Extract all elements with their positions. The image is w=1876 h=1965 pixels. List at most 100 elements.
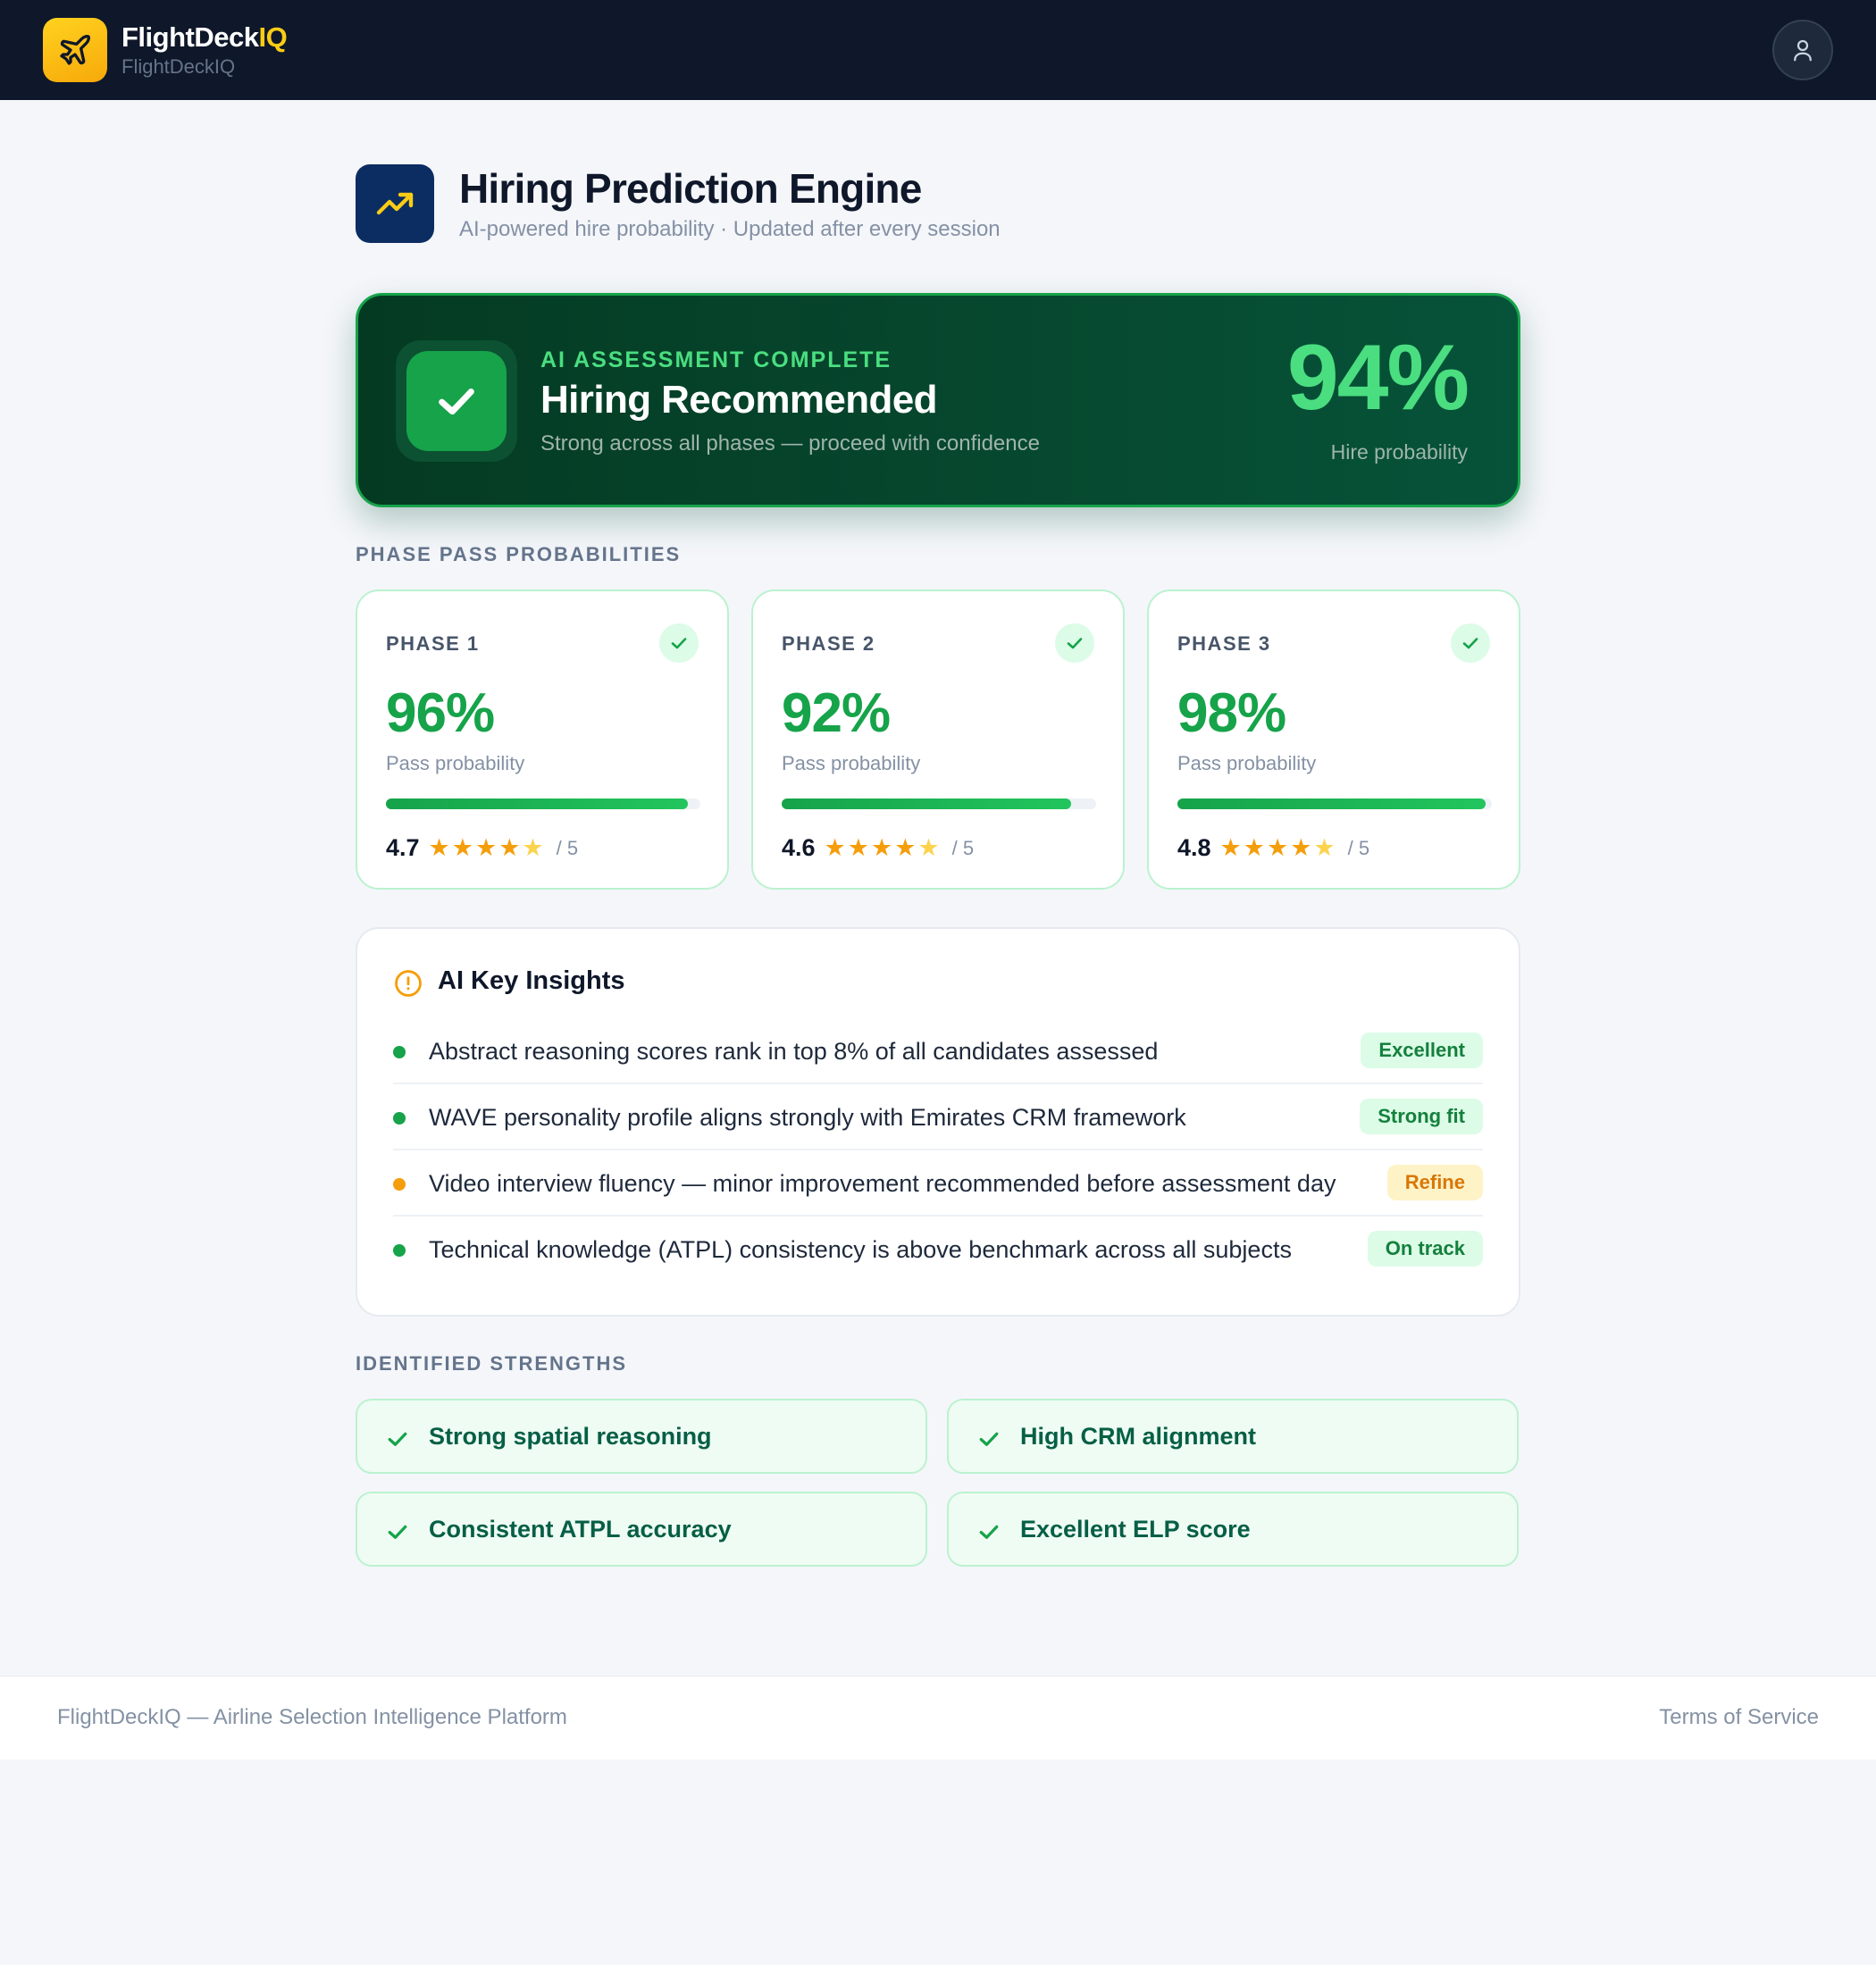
brand-name-accent: IQ — [258, 21, 288, 53]
insight-badge: On track — [1367, 1231, 1483, 1267]
insight-text: Video interview fluency — minor improvem… — [429, 1170, 1336, 1197]
rating-value: 4.8 — [1177, 834, 1211, 861]
strength-label: Strong spatial reasoning — [429, 1423, 712, 1450]
rating-max: / 5 — [951, 836, 975, 859]
phase-pass-probability: 92% — [782, 682, 891, 744]
hero-eyebrow: AI ASSESSMENT COMPLETE — [540, 347, 892, 372]
strength-pill[interactable]: Excellent ELP score — [947, 1492, 1519, 1567]
phase-section-label: PHASE PASS PROBABILITIES — [356, 543, 682, 565]
star-icon: ★ — [1266, 834, 1289, 861]
phase-label: PHASE 3 — [1177, 632, 1271, 655]
page-subtitle: AI-powered hire probability · Updated af… — [459, 217, 1001, 241]
strength-pill[interactable]: Consistent ATPL accuracy — [356, 1492, 927, 1567]
insight-row[interactable]: WAVE personality profile aligns strongly… — [393, 1084, 1483, 1150]
status-dot — [393, 1244, 406, 1257]
strength-label: Excellent ELP score — [1020, 1516, 1251, 1543]
phase-value-label: Pass probability — [1177, 752, 1317, 774]
star-icon: ★ — [917, 834, 940, 861]
top-bar: FlightDeckIQ FlightDeckIQ — [0, 0, 1876, 100]
phase-card-3[interactable]: PHASE 3 98% Pass probability 4.8 ★ ★ ★ ★ ★ /… — [1147, 590, 1520, 890]
star-icon: ★ — [824, 834, 846, 861]
hire-probability-value: 94% — [1286, 326, 1470, 430]
phase-progress-fill — [1177, 799, 1486, 809]
phase-progress-bar — [386, 799, 700, 809]
phase-pass-probability: 98% — [1177, 682, 1286, 744]
user-avatar-button[interactable] — [1772, 20, 1833, 80]
terms-of-service-link[interactable]: Terms of Service — [1659, 1705, 1819, 1730]
hero-title: Hiring Recommended — [540, 378, 938, 422]
star-icon: ★ — [1243, 834, 1265, 861]
insight-text: WAVE personality profile aligns strongly… — [429, 1104, 1186, 1131]
rating-value: 4.7 — [386, 834, 420, 861]
strength-label: Consistent ATPL accuracy — [429, 1516, 732, 1543]
insight-row[interactable]: Technical knowledge (ATPL) consistency i… — [393, 1217, 1483, 1283]
alert-circle-icon — [395, 970, 422, 997]
star-icon: ★ — [1219, 834, 1242, 861]
insight-badge: Strong fit — [1360, 1099, 1483, 1134]
phase-progress-fill — [782, 799, 1071, 809]
star-icon: ★ — [428, 834, 450, 861]
phase-rating: 4.8 ★ ★ ★ ★ ★ / 5 — [1177, 834, 1369, 862]
phase-label: PHASE 1 — [386, 632, 480, 655]
star-icon: ★ — [522, 834, 544, 861]
phase-status — [659, 623, 699, 663]
strength-label: High CRM alignment — [1020, 1423, 1256, 1450]
phase-progress-bar — [782, 799, 1096, 809]
page-icon — [356, 164, 434, 243]
footer-text: FlightDeckIQ — Airline Selection Intelli… — [57, 1705, 567, 1729]
star-icon: ★ — [474, 834, 498, 861]
status-dot — [393, 1178, 406, 1191]
rating-value: 4.6 — [782, 834, 816, 861]
brand-name[interactable]: FlightDeckIQ — [121, 21, 288, 54]
phase-card-2[interactable]: PHASE 2 92% Pass probability 4.6 ★ ★ ★ ★ ★ /… — [751, 590, 1125, 890]
phase-pass-probability: 96% — [386, 682, 495, 744]
phase-card-1[interactable]: PHASE 1 96% Pass probability 4.7 ★ ★ ★ ★ ★ /… — [356, 590, 729, 890]
hero-badge-inner — [406, 351, 507, 451]
brand-subtitle: FlightDeckIQ — [121, 55, 236, 78]
insight-badge: Refine — [1386, 1165, 1483, 1200]
check-icon — [1462, 638, 1478, 649]
star-icon: ★ — [451, 834, 473, 861]
insight-badge: Excellent — [1361, 1033, 1483, 1068]
strength-pill[interactable]: Strong spatial reasoning — [356, 1399, 927, 1474]
hero-badge — [396, 340, 517, 462]
brand-name-main: FlightDeck — [121, 21, 259, 53]
phase-progress-bar — [1177, 799, 1492, 809]
insight-row[interactable]: Abstract reasoning scores rank in top 8%… — [393, 1018, 1483, 1084]
brand-logo[interactable] — [43, 18, 107, 82]
status-dot — [393, 1046, 406, 1058]
check-icon — [979, 1432, 999, 1446]
plane-icon — [60, 35, 90, 65]
page-title: Hiring Prediction Engine — [459, 165, 922, 212]
phase-label: PHASE 2 — [782, 632, 875, 655]
star-icon: ★ — [1290, 834, 1312, 861]
check-icon — [671, 638, 687, 649]
star-icon: ★ — [1313, 834, 1336, 861]
star-icon: ★ — [894, 834, 917, 861]
star-icon: ★ — [498, 834, 521, 861]
phase-value-label: Pass probability — [782, 752, 921, 774]
ai-key-insights-card: AI Key Insights Abstract reasoning score… — [356, 927, 1520, 1317]
insight-text: Technical knowledge (ATPL) consistency i… — [429, 1236, 1292, 1263]
star-icon: ★ — [847, 834, 869, 861]
status-dot — [393, 1112, 406, 1125]
hiring-recommendation-card: AI ASSESSMENT COMPLETE Hiring Recommende… — [356, 293, 1520, 507]
check-icon — [979, 1525, 999, 1539]
insight-row[interactable]: Video interview fluency — minor improvem… — [393, 1150, 1483, 1217]
strength-pill[interactable]: High CRM alignment — [947, 1399, 1519, 1474]
phase-status — [1451, 623, 1490, 663]
insight-text: Abstract reasoning scores rank in top 8%… — [429, 1038, 1159, 1065]
footer: FlightDeckIQ — Airline Selection Intelli… — [0, 1676, 1876, 1760]
hero-description: Strong across all phases — proceed with … — [540, 431, 1040, 456]
star-rating: ★ ★ ★ ★ ★ — [1220, 836, 1337, 860]
hire-probability-label: Hire probability — [1330, 440, 1468, 464]
phase-rating: 4.7 ★ ★ ★ ★ ★ / 5 — [386, 834, 578, 862]
trending-up-icon — [376, 192, 414, 215]
strengths-section-label: IDENTIFIED STRENGTHS — [356, 1352, 628, 1375]
check-icon — [388, 1525, 407, 1539]
insights-title: AI Key Insights — [438, 966, 625, 995]
phase-value-label: Pass probability — [386, 752, 525, 774]
rating-max: / 5 — [1347, 836, 1370, 859]
star-rating: ★ ★ ★ ★ ★ — [429, 836, 546, 860]
check-icon — [1067, 638, 1083, 649]
